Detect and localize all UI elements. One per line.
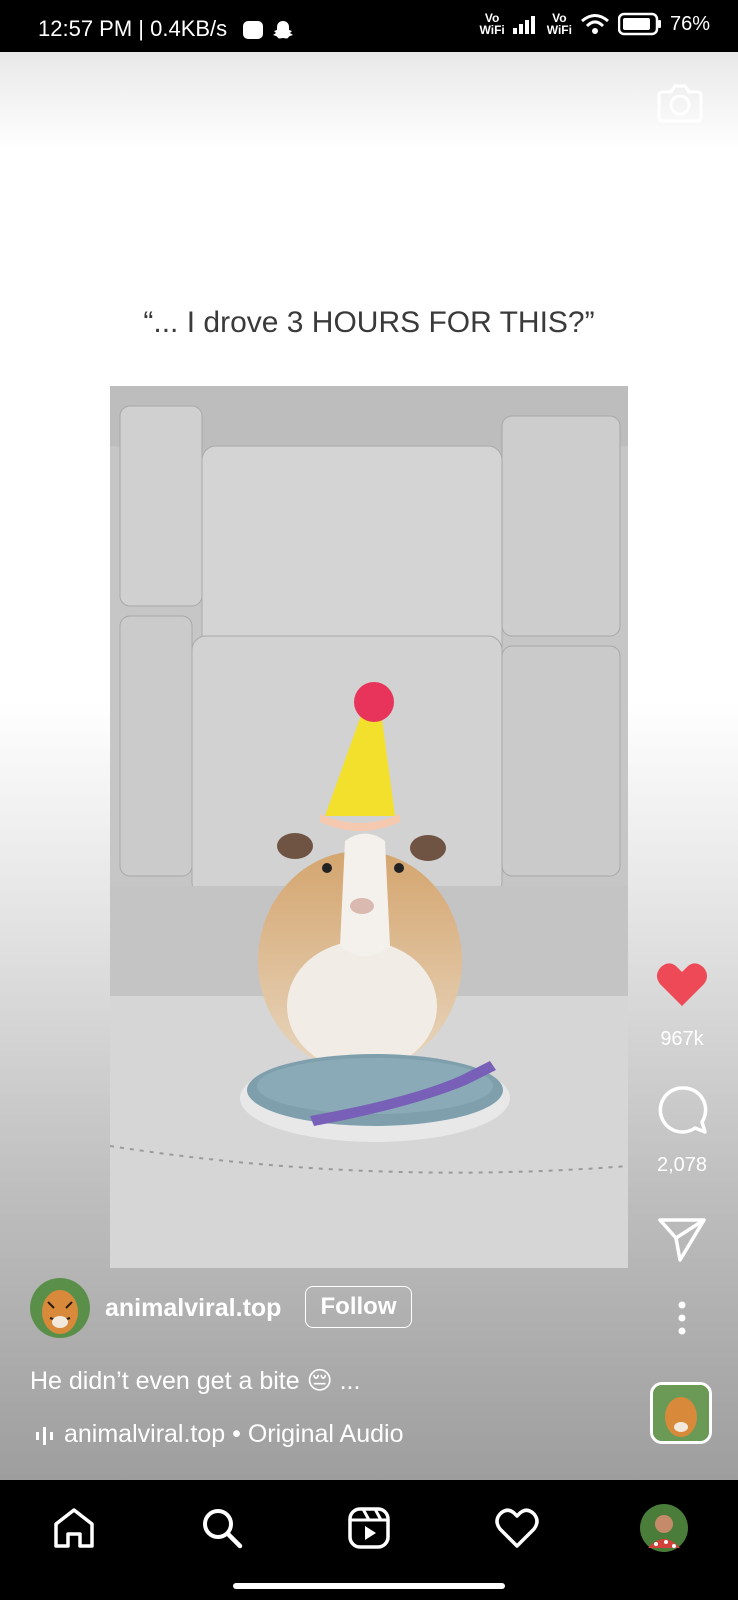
reel-screen: 12:57 PM | 0.4KB/s Vo WiFi Vo WiFi 76% “..… (0, 0, 738, 1600)
video-caption: “... I drove 3 HOURS FOR THIS?” (143, 306, 595, 339)
status-icons: Vo WiFi Vo WiFi 76% (480, 12, 710, 36)
audio-info[interactable]: animalviral.top • Original Audio (34, 1420, 403, 1449)
home-icon[interactable] (50, 1504, 98, 1552)
author-avatar[interactable] (30, 1278, 90, 1338)
camera-icon[interactable] (656, 80, 704, 124)
tiger-audio-image (653, 1385, 709, 1441)
bottom-navigation (0, 1480, 738, 1600)
wifi-icon (581, 14, 609, 34)
search-icon[interactable] (198, 1504, 246, 1552)
author-username[interactable]: animalviral.top (105, 1294, 281, 1323)
app-notification-icon (243, 21, 263, 39)
audio-wave-icon (36, 1426, 53, 1445)
signal-icon (512, 16, 535, 34)
snapchat-icon (273, 21, 293, 39)
comment-icon[interactable] (654, 1084, 710, 1136)
tiger-avatar-image (30, 1278, 90, 1338)
like-heart-icon[interactable] (654, 960, 710, 1010)
comment-count: 2,078 (656, 1154, 708, 1176)
more-vertical-icon[interactable] (654, 1300, 710, 1336)
vowifi-label-2: Vo WiFi (546, 11, 572, 37)
profile-avatar[interactable] (640, 1504, 688, 1552)
battery-percent: 76% (669, 12, 710, 35)
status-time: 12:57 PM | 0.4KB/s (38, 16, 228, 41)
activity-heart-icon[interactable] (493, 1504, 541, 1552)
battery-icon (617, 12, 661, 36)
share-icon[interactable] (654, 1214, 710, 1262)
status-bar: 12:57 PM | 0.4KB/s Vo WiFi Vo WiFi 76% (0, 0, 738, 52)
vowifi-label-1: Vo WiFi (479, 11, 505, 37)
audio-thumbnail[interactable] (650, 1382, 712, 1444)
like-count: 967k (660, 1028, 704, 1050)
reel-video[interactable] (110, 386, 628, 1268)
guinea-pig-video-frame (110, 386, 628, 1268)
follow-button[interactable]: Follow (305, 1286, 412, 1328)
audio-label: animalviral.top • Original Audio (64, 1420, 404, 1448)
reels-icon[interactable] (345, 1504, 393, 1552)
reel-description[interactable]: He didn’t even get a bite 😔 ... (30, 1366, 360, 1396)
home-indicator[interactable] (233, 1583, 505, 1589)
